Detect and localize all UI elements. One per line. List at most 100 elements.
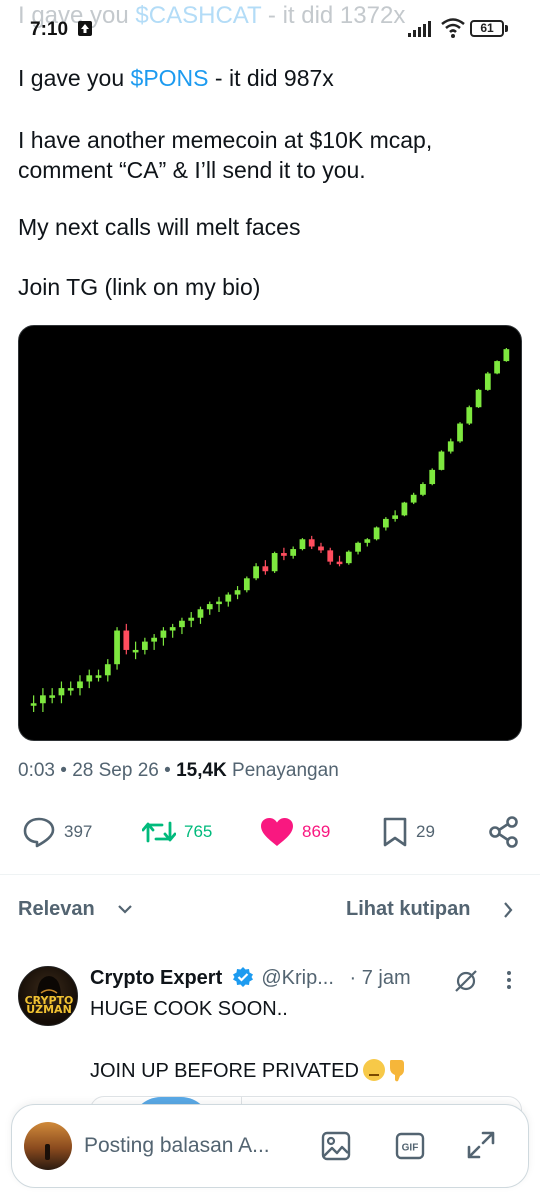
candle-up [40,695,46,704]
chevron-down-icon[interactable] [118,904,132,914]
gif-icon[interactable]: GIF [395,1132,425,1160]
candle-up [67,688,74,691]
divider [0,874,540,875]
candle-up [206,604,213,610]
candle-down [318,546,324,551]
candle-up [345,551,352,564]
pointing-down-icon [389,1060,404,1082]
candle-down [327,550,334,562]
candle-up [494,361,500,374]
candle-up [457,423,463,442]
reply-compose-bar[interactable]: Posting balasan A... GIF [11,1104,529,1188]
reply-button[interactable]: 397 [22,810,92,854]
view-quotes-link[interactable]: Lihat kutipan [346,898,470,921]
chevron-right-icon[interactable] [503,902,513,918]
reply-count: 397 [64,822,93,841]
avatar-logo-text: CRYPTO UZMAN [24,994,74,1016]
candle-up [151,637,158,642]
expand-icon[interactable] [466,1130,496,1160]
tweet-time: 0:03 [18,760,55,781]
candle-up [30,703,37,706]
candle-up [169,627,176,631]
candle-up [420,484,426,495]
reply-header: Crypto Expert @Krip... · 7 jam [90,966,411,990]
reply-handle[interactable]: @Krip... [261,967,334,989]
candle-up [86,675,93,682]
share-icon [489,816,518,848]
bookmark-icon [383,817,407,847]
reply-input[interactable]: Posting balasan A... [84,1134,270,1158]
share-button[interactable] [488,810,520,854]
tweet-meta: 0:03 • 28 Sep 26 • 15,4K Penayangan [18,760,339,782]
reply-text-line-2-text: JOIN UP BEFORE PRIVATED [90,1060,359,1082]
candle-up [225,594,232,602]
candle-up [58,688,65,696]
signal-icon [408,21,431,37]
candle-down [262,566,269,572]
candle-up [216,601,222,605]
bookmark-button[interactable]: 29 [382,810,435,854]
verified-badge-icon [232,967,253,987]
tweet-paragraph-2: I have another memecoin at $10K mcap, co… [18,127,433,183]
battery-indicator: 61 [470,20,504,37]
candle-up [364,539,371,543]
like-button[interactable]: 869 [260,810,330,854]
candle-up [355,542,361,552]
candle-down [281,553,287,556]
candle-up [114,630,120,665]
candle-up [484,373,491,390]
reply-avatar[interactable]: CRYPTO UZMAN [18,966,78,1026]
grok-icon[interactable] [454,969,478,993]
cashtag-link[interactable]: $PONS [131,65,209,91]
candle-up [188,617,195,621]
reply-text-line-1: HUGE COOK SOON.. [90,998,288,1020]
like-count: 869 [302,822,331,841]
image-icon[interactable] [321,1131,351,1161]
tweet-line1-prefix: I gave you [18,65,131,91]
candle-up [179,620,185,628]
smiling-face-icon [362,1059,385,1081]
candle-up [95,675,102,678]
candle-up [299,539,306,550]
candle-up [253,566,259,579]
wifi-icon [441,18,465,38]
candle-up [447,441,454,452]
tweet-paragraph-4: Join TG (link on my bio) [18,274,261,300]
meta-dot: • [164,760,177,781]
status-bar: I gave you $CASHCAT - it did 1372x 7:10 … [0,0,540,48]
candle-up [234,590,241,595]
candle-up [401,502,408,516]
ghost-ticker: $CASHCAT [135,2,262,29]
status-time: 7:10 [30,19,69,40]
reply-time: · 7 jam [349,967,411,989]
candle-up [373,527,380,540]
candle-down [336,561,343,565]
views-count[interactable]: 15,4K [176,760,227,781]
candle-up [271,553,278,572]
meta-dot: • [60,760,73,781]
candle-up [243,578,250,591]
replies-filter-row: Relevan Lihat kutipan [0,890,540,930]
svg-text:GIF: GIF [402,1143,419,1154]
candle-up [160,630,167,638]
candle-up [49,695,56,698]
compose-avatar [24,1122,72,1170]
ghost-suffix: - it did 1372x [261,2,406,29]
views-label[interactable]: Penayangan [232,760,339,781]
tweet-paragraph-3: My next calls will melt faces [18,214,301,240]
tweet-line1-suffix: - it did 987x [208,65,334,91]
candle-up [429,469,436,485]
candle-up [438,451,445,470]
repost-button[interactable]: 765 [142,810,212,854]
more-options-icon[interactable] [506,970,512,990]
battery-tip [505,25,508,32]
candle-up [141,641,148,650]
reply-author-name[interactable]: Crypto Expert [90,967,222,989]
candle-up [466,407,473,424]
candle-up [197,609,204,618]
sort-dropdown[interactable]: Relevan [18,898,95,921]
reply-icon [23,817,55,848]
tweet-date: 28 Sep 26 [72,760,159,781]
tweet-actions: 397 765 869 29 [0,810,540,854]
tweet-media-chart[interactable] [18,325,522,741]
